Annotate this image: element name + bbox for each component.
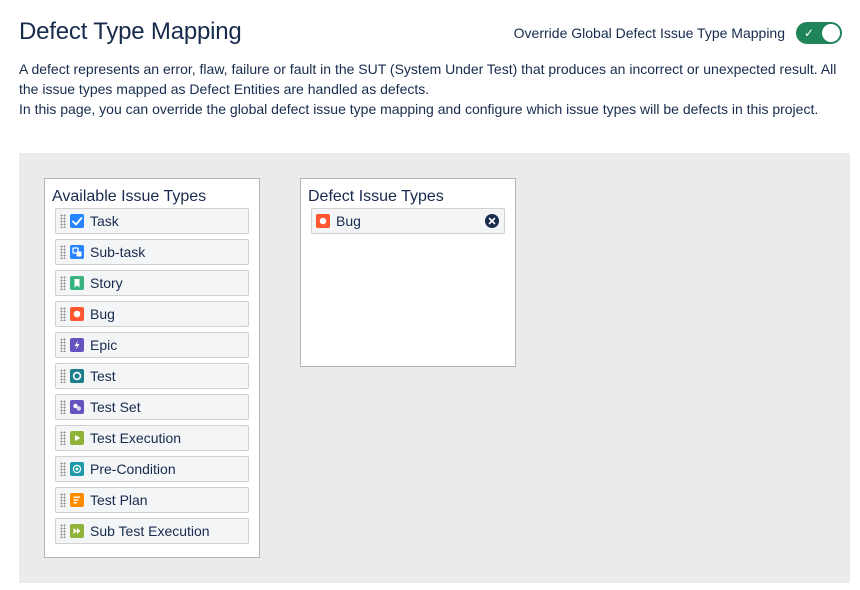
issue-type-item[interactable]: Test Set: [55, 394, 249, 420]
available-issue-types-list: Task Sub-task Story Bug Epic Test Test Set Test…: [55, 208, 249, 544]
description-line-1: A defect represents an error, flaw, fail…: [19, 61, 837, 97]
drag-handle-icon[interactable]: [60, 462, 66, 476]
defect-issue-types-column: Defect Issue Types Bug: [300, 178, 516, 367]
issue-type-label: Pre-Condition: [90, 461, 176, 477]
issue-type-item[interactable]: Epic: [55, 332, 249, 358]
drag-handle-icon[interactable]: [60, 493, 66, 507]
task-icon: [70, 214, 84, 228]
drag-handle-icon[interactable]: [60, 214, 66, 228]
issue-type-label: Sub-task: [90, 244, 146, 260]
check-icon: ✓: [804, 26, 815, 40]
page-description: A defect represents an error, flaw, fail…: [19, 59, 839, 119]
drag-handle-icon[interactable]: [60, 524, 66, 538]
issue-type-item[interactable]: Bug: [311, 208, 505, 234]
epic-icon: [70, 338, 84, 352]
issue-type-item[interactable]: Test: [55, 363, 249, 389]
drag-handle-icon[interactable]: [60, 369, 66, 383]
test-execution-icon: [70, 431, 84, 445]
bug-icon: [70, 307, 84, 321]
issue-type-item[interactable]: Bug: [55, 301, 249, 327]
issue-type-item[interactable]: Pre-Condition: [55, 456, 249, 482]
issue-type-label: Story: [90, 275, 123, 291]
drag-handle-icon[interactable]: [60, 276, 66, 290]
issue-type-label: Sub Test Execution: [90, 523, 210, 539]
remove-icon[interactable]: [485, 214, 499, 228]
issue-type-item[interactable]: Sub-task: [55, 239, 249, 265]
override-label: Override Global Defect Issue Type Mappin…: [513, 25, 785, 41]
issue-type-label: Test Set: [90, 399, 141, 415]
issue-type-item[interactable]: Test Execution: [55, 425, 249, 451]
description-line-2: In this page, you can override the globa…: [19, 101, 819, 117]
page-title: Defect Type Mapping: [19, 18, 242, 45]
drag-handle-icon[interactable]: [60, 307, 66, 321]
drag-handle-icon[interactable]: [60, 431, 66, 445]
test-plan-icon: [70, 493, 84, 507]
story-icon: [70, 276, 84, 290]
issue-type-label: Epic: [90, 337, 118, 353]
pre-condition-icon: [70, 462, 84, 476]
override-setting: Override Global Defect Issue Type Mappin…: [514, 22, 842, 44]
defect-column-title: Defect Issue Types: [308, 188, 444, 205]
mapping-board: Available Issue Types Task Sub-task Story B…: [19, 153, 850, 583]
available-column-title: Available Issue Types: [52, 188, 207, 205]
issue-type-item[interactable]: Sub Test Execution: [55, 518, 249, 544]
issue-type-item[interactable]: Task: [55, 208, 249, 234]
subtask-icon: [70, 245, 84, 259]
available-issue-types-column: Available Issue Types Task Sub-task Story B…: [44, 178, 260, 558]
issue-type-label: Bug: [90, 306, 115, 322]
drag-handle-icon[interactable]: [60, 338, 66, 352]
issue-type-label: Test Plan: [90, 492, 148, 508]
drag-handle-icon[interactable]: [60, 400, 66, 414]
issue-type-label: Task: [90, 213, 119, 229]
test-set-icon: [70, 400, 84, 414]
issue-type-label: Test: [90, 368, 116, 384]
issue-type-label: Bug: [336, 213, 361, 229]
toggle-knob: [822, 24, 840, 42]
issue-type-label: Test Execution: [90, 430, 182, 446]
sub-test-execution-icon: [70, 524, 84, 538]
issue-type-item[interactable]: Test Plan: [55, 487, 249, 513]
bug-icon: [316, 214, 330, 228]
test-icon: [70, 369, 84, 383]
defect-issue-types-list: Bug: [311, 208, 505, 234]
override-toggle[interactable]: ✓: [796, 22, 842, 44]
drag-handle-icon[interactable]: [60, 245, 66, 259]
issue-type-item[interactable]: Story: [55, 270, 249, 296]
